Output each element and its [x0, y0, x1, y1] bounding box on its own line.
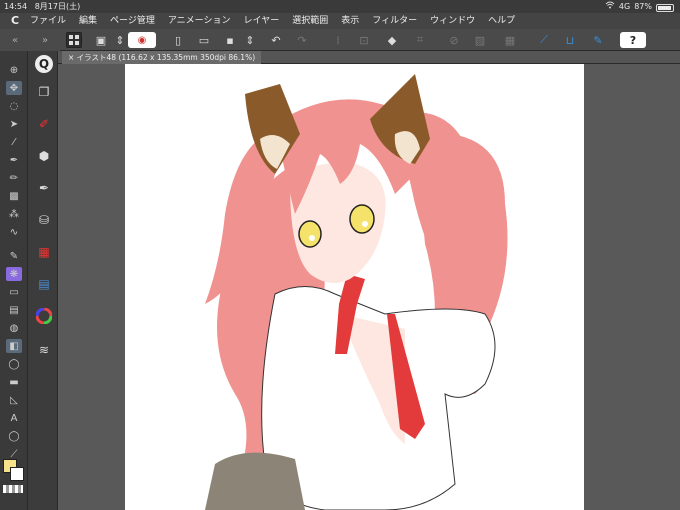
clear-icon[interactable]: ▨	[472, 32, 488, 48]
material-grid-icon[interactable]: ▦	[35, 243, 53, 261]
status-network: 4G	[618, 2, 631, 11]
pencil-tool-icon[interactable]: ✏	[6, 171, 22, 185]
move-tool-icon[interactable]: ✥	[6, 81, 22, 95]
deselect-icon[interactable]: ⁞	[330, 32, 346, 48]
paint-bucket-icon[interactable]: ⛁	[35, 211, 53, 229]
menu-view[interactable]: 表示	[341, 13, 359, 29]
status-battery: 87%	[634, 2, 652, 11]
operation-tool-icon[interactable]: ➤	[6, 117, 22, 131]
menu-help[interactable]: ヘルプ	[488, 13, 515, 29]
pen-nib-icon[interactable]: ✒	[35, 179, 53, 197]
fill-tool-icon[interactable]: ◧	[6, 339, 22, 353]
clip-logo-icon: ◉	[137, 34, 147, 46]
save-icon[interactable]: ▪	[222, 32, 238, 48]
undo-icon[interactable]: ↶	[268, 32, 284, 48]
pen-tool-icon[interactable]: ✒	[6, 153, 22, 167]
search-icon[interactable]: Q	[35, 55, 53, 73]
eyedropper-icon[interactable]: ⁄	[6, 135, 22, 149]
status-date: 8月17日(土)	[34, 2, 81, 11]
eraser-tool-icon[interactable]: ▭	[6, 285, 22, 299]
menu-selection[interactable]: 選択範囲	[292, 13, 328, 29]
sub-color-swatch[interactable]	[10, 467, 24, 481]
balloon-tool-icon[interactable]: ◯	[6, 429, 22, 443]
menu-layer[interactable]: レイヤー	[244, 13, 280, 29]
ruler-icon[interactable]: ⟋	[536, 32, 552, 48]
battery-icon	[656, 3, 674, 12]
open-folder-icon[interactable]: ▭	[196, 32, 212, 48]
zoom-tool-icon[interactable]: ⊕	[6, 63, 22, 77]
document-title: イラスト48 (116.62 x 135.35mm 350dpi 86.1%)	[76, 53, 256, 62]
document-tab-bar: × イラスト48 (116.62 x 135.35mm 350dpi 86.1%…	[58, 51, 680, 64]
brush-tool-icon[interactable]: ✎	[6, 249, 22, 263]
document-settings-icon[interactable]: ▣	[93, 32, 109, 48]
gradient-tool-icon[interactable]: ▩	[6, 189, 22, 203]
grid-menu-button[interactable]	[66, 32, 82, 48]
command-bar: « » ▣ ⇕ ◉ ▯ ▭ ▪ ⇕ ↶ ↷ ⁞ ⊡ ◆ ⌗ ⊘ ▨ ▦ ⟋ ⊔ …	[0, 29, 680, 51]
decoration-tool-icon[interactable]: ❋	[6, 267, 22, 281]
erase-selection-icon[interactable]: ◆	[384, 32, 400, 48]
menu-filter[interactable]: フィルター	[372, 13, 417, 29]
spinner-arrows-icon[interactable]: ⇕	[112, 32, 128, 48]
color-wheel-icon[interactable]	[35, 307, 53, 325]
menu-file[interactable]: ファイル	[30, 13, 66, 29]
lasso-tool-icon[interactable]: ◌	[6, 99, 22, 113]
collapse-left-icon[interactable]: «	[12, 35, 18, 46]
airbrush-tool-icon[interactable]: ⁂	[6, 207, 22, 221]
app-logo: C	[10, 14, 20, 27]
select-all-icon[interactable]: ▦	[502, 32, 518, 48]
snap-icon[interactable]: ⊔	[562, 32, 578, 48]
crop-icon[interactable]: ⌗	[412, 32, 428, 48]
status-time: 14:54	[4, 2, 28, 11]
illustration	[205, 74, 508, 510]
collapse-right-icon[interactable]: »	[42, 35, 48, 46]
menu-bar: C ファイル 編集 ページ管理 アニメーション レイヤー 選択範囲 表示 フィル…	[0, 13, 680, 29]
new-file-icon[interactable]: ▯	[170, 32, 186, 48]
fill-bucket-icon[interactable]: ◍	[6, 321, 22, 335]
close-icon[interactable]: ×	[68, 53, 77, 62]
frame-tool-icon[interactable]: ▬	[6, 375, 22, 389]
transform-icon[interactable]: ⊡	[356, 32, 372, 48]
wifi-icon	[605, 0, 615, 13]
layer-copy-icon[interactable]: ❐	[35, 83, 53, 101]
ink-bottle-icon[interactable]: ⬢	[35, 147, 53, 165]
layers-icon[interactable]: ≋	[35, 341, 53, 359]
transparent-color-swatch[interactable]	[3, 485, 23, 493]
status-bar: 14:54 8月17日(土) 4G 87%	[0, 0, 680, 13]
pen-pressure-icon[interactable]: ✎	[590, 32, 606, 48]
menu-window[interactable]: ウィンドウ	[430, 13, 475, 29]
layer-tool-icon[interactable]: ▤	[6, 303, 22, 317]
ruler-tool-icon[interactable]: ◺	[6, 393, 22, 407]
menu-animation[interactable]: アニメーション	[168, 13, 231, 29]
brush-stroke-icon[interactable]: ✐	[35, 115, 53, 133]
menu-edit[interactable]: 編集	[79, 13, 97, 29]
redo-icon[interactable]: ↷	[294, 32, 310, 48]
clip-studio-button[interactable]: ◉	[128, 32, 156, 48]
fill-icon[interactable]: ⊘	[446, 32, 462, 48]
shape-tool-icon[interactable]: ◯	[6, 357, 22, 371]
menu-page[interactable]: ページ管理	[110, 13, 155, 29]
document-tab[interactable]: × イラスト48 (116.62 x 135.35mm 350dpi 86.1%…	[62, 51, 262, 64]
drawing-canvas[interactable]	[125, 64, 584, 510]
save-arrows-icon[interactable]: ⇕	[242, 32, 258, 48]
text-tool-icon[interactable]: A	[6, 411, 22, 425]
help-button[interactable]: ?	[620, 32, 646, 48]
tool-palette: ⊕ ✥ ◌ ➤ ⁄ ✒ ✏ ▩ ⁂ ∿ ✎ ❋ ▭ ▤ ◍ ◧ ◯ ▬ ◺ A …	[0, 51, 28, 510]
color-set-icon[interactable]: ▤	[35, 275, 53, 293]
sub-tool-palette: Q ❐ ✐ ⬢ ✒ ⛁ ▦ ▤ ≋	[28, 51, 58, 510]
blend-tool-icon[interactable]: ∿	[6, 225, 22, 239]
